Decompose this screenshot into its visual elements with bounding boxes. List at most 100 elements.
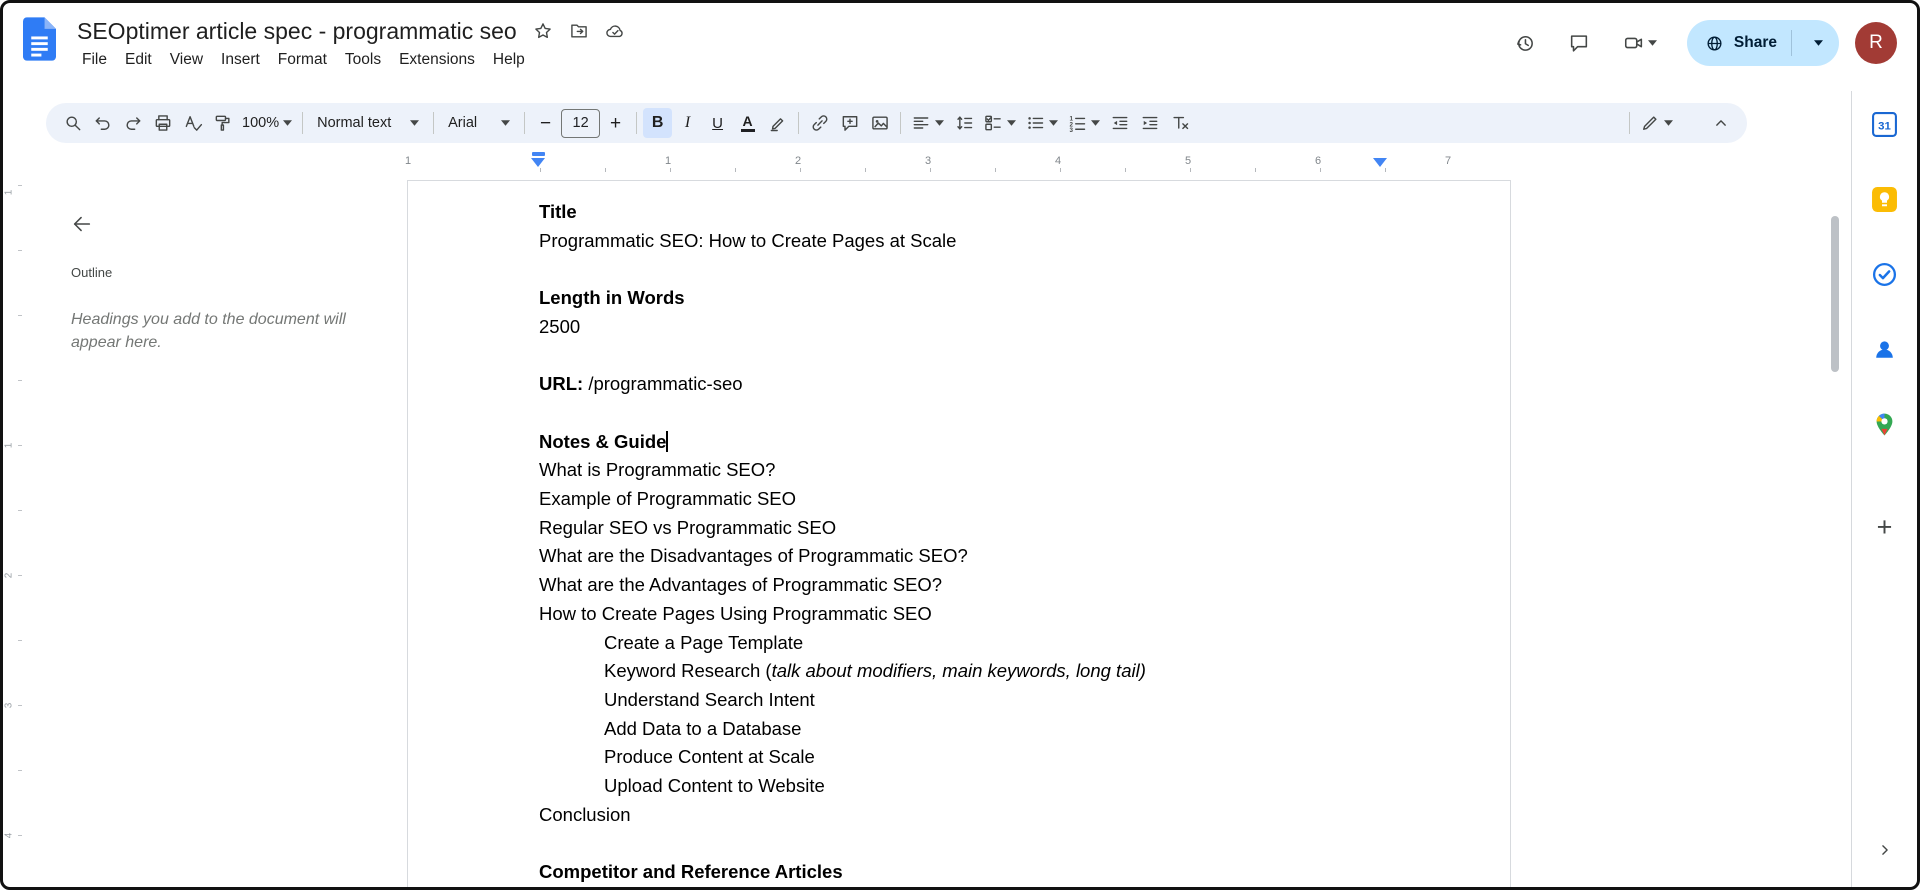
ruler-number: 4 — [1055, 155, 1061, 167]
document-text: TitleProgrammatic SEO: How to Create Pag… — [539, 198, 1380, 887]
underline-button[interactable]: U — [703, 108, 732, 138]
bold-button[interactable]: B — [643, 108, 672, 138]
menu-item[interactable]: Insert — [212, 48, 269, 72]
paint-format-icon — [213, 113, 233, 133]
italic-button[interactable]: I — [673, 108, 702, 138]
side-panel-rail: 31 — [1851, 91, 1917, 887]
print-button[interactable] — [148, 108, 177, 138]
maps-app-button[interactable] — [1868, 407, 1902, 441]
highlight-color-button[interactable] — [763, 108, 792, 138]
get-add-ons-button[interactable]: + — [1868, 510, 1902, 544]
redo-button[interactable] — [118, 108, 147, 138]
checklist-button[interactable] — [979, 108, 1020, 138]
bulleted-list-button[interactable] — [1021, 108, 1062, 138]
increase-indent-button[interactable] — [1135, 108, 1164, 138]
left-indent-marker[interactable] — [531, 158, 545, 167]
font-size-input[interactable]: 12 — [561, 109, 600, 138]
increase-indent-icon — [1140, 113, 1160, 133]
star-button[interactable] — [527, 15, 559, 47]
insert-link-button[interactable] — [805, 108, 834, 138]
calendar-app-button[interactable]: 31 — [1868, 107, 1902, 141]
add-comment-button[interactable] — [835, 108, 864, 138]
document-status-button[interactable] — [599, 15, 631, 47]
document-line[interactable]: Conclusion — [539, 801, 1380, 830]
document-line[interactable] — [539, 829, 1380, 858]
paragraph-style-select[interactable]: Normal text — [309, 108, 427, 138]
move-button[interactable] — [563, 15, 595, 47]
text-color-button[interactable]: A — [733, 108, 762, 138]
document-line[interactable]: Length in Words — [539, 284, 1380, 313]
document-line[interactable]: Notes & Guide — [539, 428, 1380, 457]
undo-button[interactable] — [88, 108, 117, 138]
document-line[interactable]: What is Programmatic SEO? — [539, 456, 1380, 485]
contacts-app-button[interactable] — [1868, 332, 1902, 366]
join-call-button[interactable] — [1611, 21, 1669, 65]
right-indent-marker[interactable] — [1373, 158, 1387, 167]
document-line[interactable]: Upload Content to Website — [539, 772, 1380, 801]
document-line[interactable]: Create a Page Template — [539, 629, 1380, 658]
menu-item[interactable]: Edit — [116, 48, 161, 72]
document-line[interactable]: Programmatic SEO: How to Create Pages at… — [539, 227, 1380, 256]
document-line[interactable]: Add Data to a Database — [539, 715, 1380, 744]
document-line[interactable]: URL: /programmatic-seo — [539, 370, 1380, 399]
document-line[interactable]: 2500 — [539, 313, 1380, 342]
version-history-button[interactable] — [1503, 21, 1547, 65]
close-outline-button[interactable] — [63, 205, 101, 243]
document-line[interactable] — [539, 342, 1380, 371]
hide-side-panel-button[interactable] — [1868, 833, 1902, 867]
content-area: 11234 Outline Headings you add to the do… — [3, 177, 1851, 887]
menu-item[interactable]: File — [73, 48, 116, 72]
globe-icon — [1705, 34, 1724, 53]
share-options-caret[interactable] — [1802, 40, 1835, 46]
menu-item[interactable]: Extensions — [390, 48, 484, 72]
menu-item[interactable]: Format — [269, 48, 336, 72]
zoom-select[interactable]: 100% — [238, 108, 296, 138]
document-line[interactable]: Title — [539, 198, 1380, 227]
tasks-app-button[interactable] — [1868, 257, 1902, 291]
spelling-check-button[interactable] — [178, 108, 207, 138]
line-spacing-button[interactable] — [949, 108, 978, 138]
add-comment-icon — [840, 113, 860, 133]
document-line[interactable]: Competitor and Reference Articles — [539, 858, 1380, 887]
share-button[interactable]: Share — [1687, 20, 1839, 66]
numbered-list-button[interactable]: 123 — [1063, 108, 1104, 138]
undo-icon — [93, 113, 113, 133]
menu-item[interactable]: Tools — [336, 48, 390, 72]
document-line[interactable]: What are the Advantages of Programmatic … — [539, 571, 1380, 600]
decrease-indent-button[interactable] — [1105, 108, 1134, 138]
decrease-font-size-button[interactable]: − — [531, 108, 560, 138]
svg-text:31: 31 — [1878, 120, 1891, 132]
account-avatar[interactable]: R — [1855, 22, 1897, 64]
keep-app-button[interactable] — [1868, 182, 1902, 216]
font-family-select[interactable]: Arial — [440, 108, 518, 138]
google-docs-logo-icon[interactable] — [23, 17, 56, 61]
document-line[interactable]: How to Create Pages Using Programmatic S… — [539, 600, 1380, 629]
hide-menus-button[interactable] — [1706, 108, 1735, 138]
align-button[interactable] — [907, 108, 948, 138]
document-line[interactable]: Understand Search Intent — [539, 686, 1380, 715]
document-line[interactable] — [539, 255, 1380, 284]
document-page[interactable]: TitleProgrammatic SEO: How to Create Pag… — [407, 180, 1511, 887]
document-line[interactable]: Keyword Research (talk about modifiers, … — [539, 657, 1380, 686]
document-line[interactable] — [539, 399, 1380, 428]
menu-item[interactable]: View — [161, 48, 212, 72]
clear-formatting-button[interactable] — [1165, 108, 1194, 138]
open-comments-button[interactable] — [1557, 21, 1601, 65]
search-menus-button[interactable] — [58, 108, 87, 138]
insert-image-button[interactable] — [865, 108, 894, 138]
paint-format-button[interactable] — [208, 108, 237, 138]
document-line[interactable]: Regular SEO vs Programmatic SEO — [539, 514, 1380, 543]
increase-font-size-button[interactable]: + — [601, 108, 630, 138]
document-line[interactable]: Example of Programmatic SEO — [539, 485, 1380, 514]
menu-item[interactable]: Help — [484, 48, 534, 72]
document-title[interactable]: SEOptimer article spec - programmatic se… — [71, 17, 523, 46]
toolbar-divider — [524, 112, 525, 134]
first-line-indent-marker[interactable] — [532, 152, 545, 156]
editing-mode-button[interactable] — [1636, 108, 1677, 138]
bulleted-list-icon — [1025, 113, 1045, 133]
document-line[interactable]: What are the Disadvantages of Programmat… — [539, 542, 1380, 571]
comments-icon — [1568, 32, 1590, 54]
vertical-scrollbar-thumb[interactable] — [1831, 216, 1839, 372]
document-line[interactable]: Produce Content at Scale — [539, 743, 1380, 772]
chevron-down-icon — [501, 120, 510, 126]
